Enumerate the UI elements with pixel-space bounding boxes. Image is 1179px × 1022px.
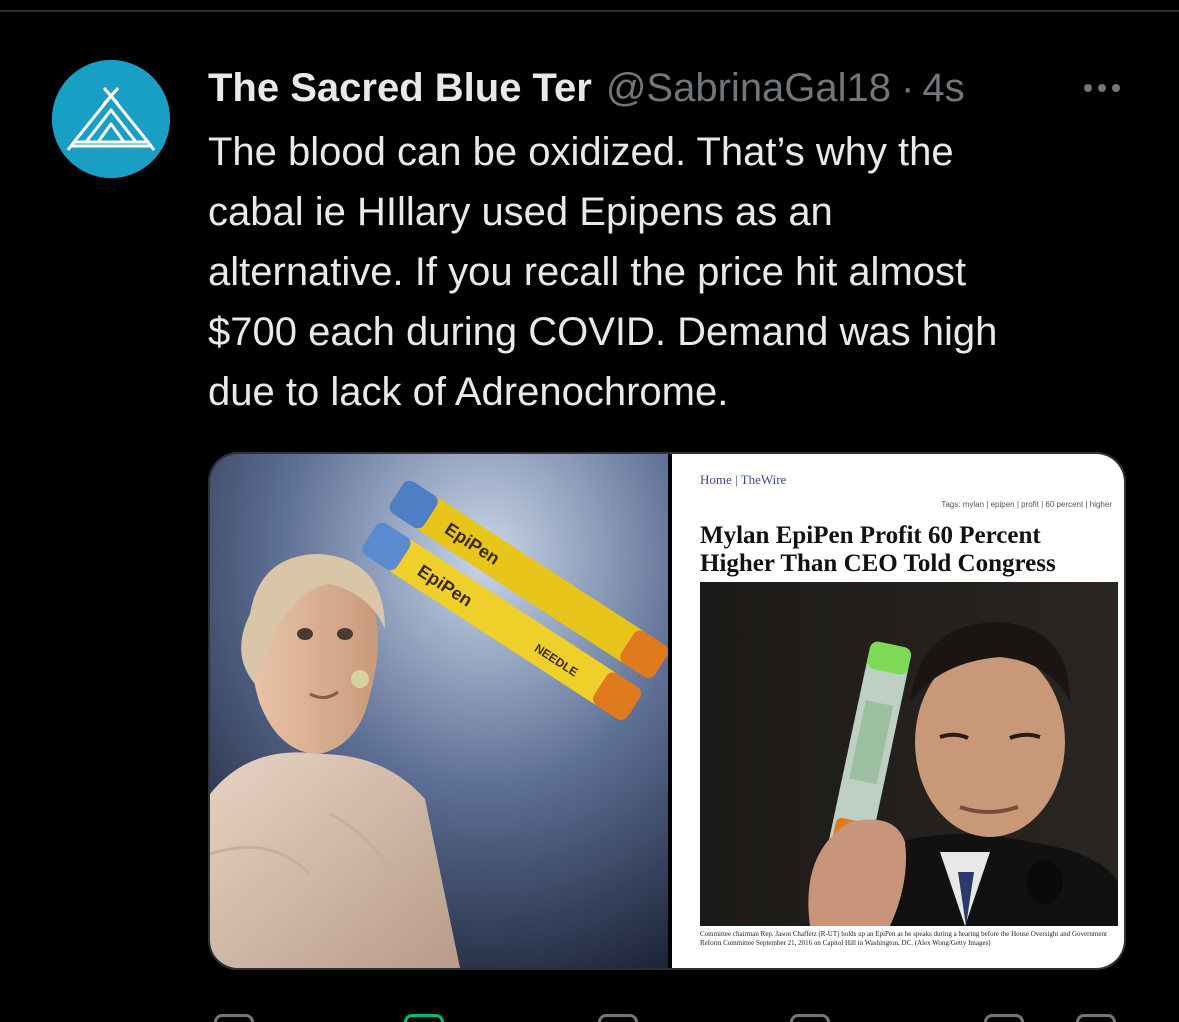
photo-icon: EpiPen EpiPen NEEDLE xyxy=(210,454,668,968)
media-grid: EpiPen EpiPen NEEDLE Home | TheWire Tags… xyxy=(208,452,1126,970)
media-photo-right[interactable]: Home | TheWire Tags: mylan | epipen | pr… xyxy=(672,454,1124,968)
tweet-text: The blood can be oxidized. That’s why th… xyxy=(208,130,998,414)
article-breadcrumb: Home | TheWire xyxy=(700,472,787,487)
user-handle[interactable]: @SabrinaGal18 xyxy=(606,66,891,111)
bookmark-icon[interactable] xyxy=(984,1010,1024,1022)
media-photo-left[interactable]: EpiPen EpiPen NEEDLE xyxy=(210,454,668,968)
reply-icon[interactable] xyxy=(214,1010,254,1022)
tent-icon xyxy=(52,60,170,178)
top-divider xyxy=(0,0,1179,12)
article-headline: Mylan EpiPen Profit 60 Percent Higher Th… xyxy=(700,522,1056,577)
article-caption: Committee chairman Rep. Jason Chaffetz (… xyxy=(700,930,1107,947)
separator-dot: · xyxy=(901,65,915,110)
action-bar xyxy=(208,1010,1128,1022)
more-options-icon[interactable] xyxy=(1084,58,1120,118)
article-tags: Tags: mylan | epipen | profit | 60 perce… xyxy=(941,500,1112,509)
avatar[interactable] xyxy=(52,60,170,178)
retweet-icon[interactable] xyxy=(404,1010,444,1022)
tweet[interactable]: The Sacred Blue Ter @SabrinaGal18 · 4s T… xyxy=(0,12,1179,1022)
views-icon[interactable] xyxy=(790,1010,830,1022)
like-icon[interactable] xyxy=(598,1010,638,1022)
share-icon[interactable] xyxy=(1076,1010,1116,1022)
display-name[interactable]: The Sacred Blue Ter xyxy=(208,66,592,111)
tweet-header: The Sacred Blue Ter @SabrinaGal18 · 4s xyxy=(208,58,1128,118)
article-photo xyxy=(700,582,1118,926)
timestamp[interactable]: 4s xyxy=(922,66,964,111)
